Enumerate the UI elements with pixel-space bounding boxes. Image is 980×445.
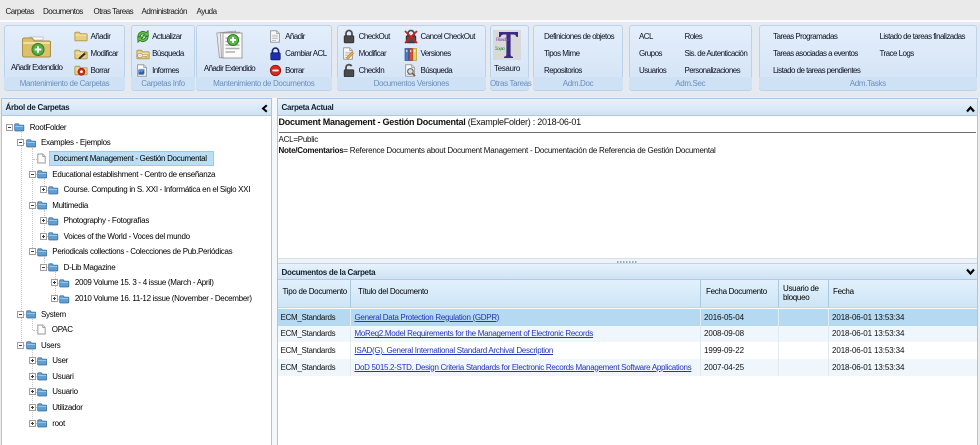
svg-text:Σοφια: Σοφια bbox=[495, 47, 505, 52]
svg-text:Filosofía: Filosofía bbox=[496, 38, 510, 43]
